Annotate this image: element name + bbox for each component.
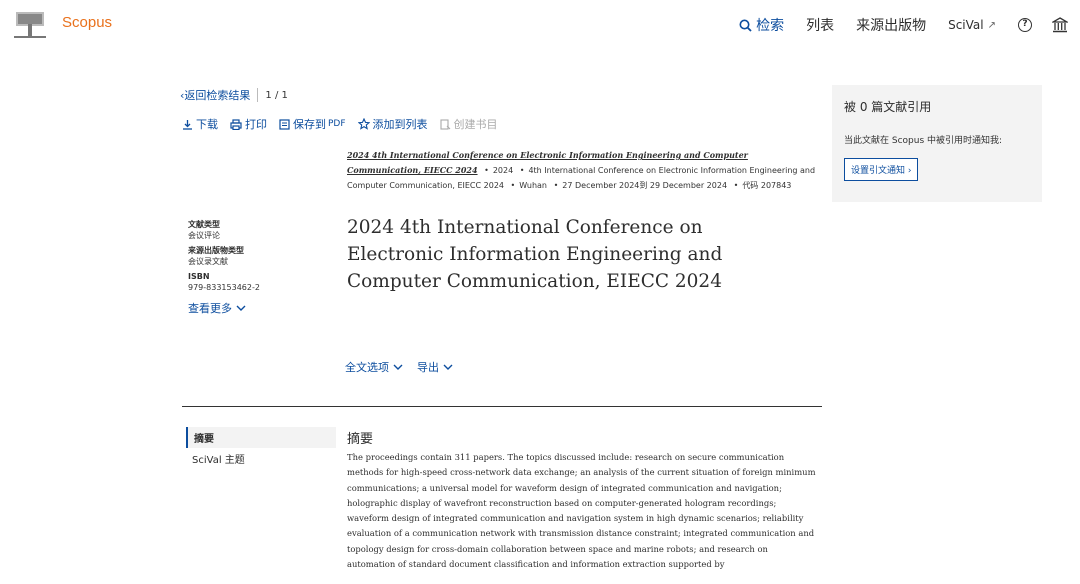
- show-more-label: 查看更多: [188, 302, 232, 315]
- nav-sources[interactable]: 来源出版物: [856, 15, 926, 35]
- source-code: 代码 207843: [742, 181, 792, 190]
- section-nav: 摘要 SciVal 主题: [186, 427, 336, 469]
- nav-scival-label: SciVal: [948, 18, 984, 32]
- chevron-down-icon: [236, 305, 246, 311]
- isbn-value: 979-833153462-2: [188, 283, 260, 292]
- create-bibliography-label: 创建书目: [453, 118, 498, 131]
- help-icon[interactable]: ?: [1018, 18, 1032, 32]
- print-icon: [230, 118, 242, 130]
- back-bar: ‹返回检索结果 1 / 1: [180, 87, 288, 103]
- export-label: 导出: [417, 361, 439, 374]
- citations-panel: 被 0 篇文献引用 当此文献在 Scopus 中被引用时通知我: 设置引文通知 …: [832, 85, 1042, 202]
- nav-lists[interactable]: 列表: [806, 15, 834, 35]
- doc-type-label: 文献类型: [188, 220, 220, 229]
- save-pdf-label: 保存到: [293, 118, 326, 131]
- section-nav-abstract[interactable]: 摘要: [186, 427, 336, 448]
- section-nav-scival-topics[interactable]: SciVal 主题: [186, 448, 336, 469]
- star-icon: [357, 118, 370, 130]
- main-nav: 检索 列表 来源出版物 SciVal ↗ ?: [739, 14, 1080, 36]
- chevron-down-icon: [443, 364, 453, 370]
- add-to-list-label: 添加到列表: [372, 118, 428, 131]
- save-pdf-button[interactable]: 保存到 PDF: [279, 116, 346, 132]
- elsevier-logo-icon[interactable]: [12, 10, 48, 40]
- save-pdf-icon: [279, 118, 290, 130]
- back-to-results-link[interactable]: ‹返回检索结果: [180, 87, 250, 103]
- create-bibliography-button[interactable]: 创建书目: [439, 116, 498, 132]
- save-pdf-suffix: PDF: [328, 119, 346, 129]
- doc-type-value: 会议评论: [188, 231, 220, 240]
- top-header: Scopus 检索 列表 来源出版物 SciVal ↗ ?: [0, 0, 1080, 50]
- section-divider: [182, 406, 822, 407]
- chevron-down-icon: [393, 364, 403, 370]
- nav-scival[interactable]: SciVal ↗: [948, 18, 996, 32]
- source-info: 2024 4th International Conference on Ele…: [347, 150, 816, 190]
- institution-icon[interactable]: [1052, 17, 1068, 33]
- set-citation-alert-button[interactable]: 设置引文通知 ›: [844, 158, 919, 181]
- source-year: 2024: [492, 166, 514, 175]
- abstract-text: The proceedings contain 311 papers. The …: [347, 452, 816, 570]
- download-label: 下载: [196, 118, 218, 131]
- isbn-label: ISBN: [188, 272, 210, 281]
- scopus-brand[interactable]: Scopus: [62, 14, 112, 31]
- export-button[interactable]: 导出: [417, 359, 453, 375]
- document-options: 全文选项 导出: [345, 359, 467, 375]
- document-metadata: 文献类型 会议评论 来源出版物类型 会议录文献 ISBN 979-8331534…: [188, 219, 318, 316]
- source-dates: 27 December 2024到 29 December 2024: [562, 181, 728, 190]
- document-title: 2024 4th International Conference on Ele…: [347, 217, 723, 292]
- nav-search[interactable]: 检索: [739, 15, 784, 35]
- divider: [257, 88, 259, 102]
- abstract-heading: 摘要: [347, 432, 374, 447]
- download-button[interactable]: 下载: [182, 116, 218, 132]
- nav-search-label: 检索: [756, 18, 785, 34]
- fulltext-options-label: 全文选项: [345, 361, 389, 374]
- citation-alert-text: 当此文献在 Scopus 中被引用时通知我:: [844, 136, 1003, 146]
- search-icon: [739, 19, 752, 32]
- fulltext-options-button[interactable]: 全文选项: [345, 359, 403, 375]
- print-button[interactable]: 打印: [230, 116, 267, 132]
- bibliography-icon: [439, 118, 450, 130]
- show-more-link[interactable]: 查看更多: [188, 300, 318, 316]
- result-pager: 1 / 1: [265, 89, 288, 101]
- cited-by-heading: 被 0 篇文献引用: [844, 100, 932, 114]
- back-label: 返回检索结果: [184, 89, 251, 102]
- document-toolbar: 下载 打印 保存到 PDF 添加到列表 创建书目: [182, 116, 510, 132]
- source-location: Wuhan: [519, 181, 548, 190]
- source-type-value: 会议录文献: [188, 257, 228, 266]
- source-type-label: 来源出版物类型: [188, 246, 244, 255]
- set-citation-alert-label: 设置引文通知: [851, 166, 906, 176]
- external-link-icon: ↗: [987, 19, 996, 31]
- download-icon: [183, 119, 192, 130]
- print-label: 打印: [245, 118, 267, 131]
- add-to-list-button[interactable]: 添加到列表: [357, 116, 428, 132]
